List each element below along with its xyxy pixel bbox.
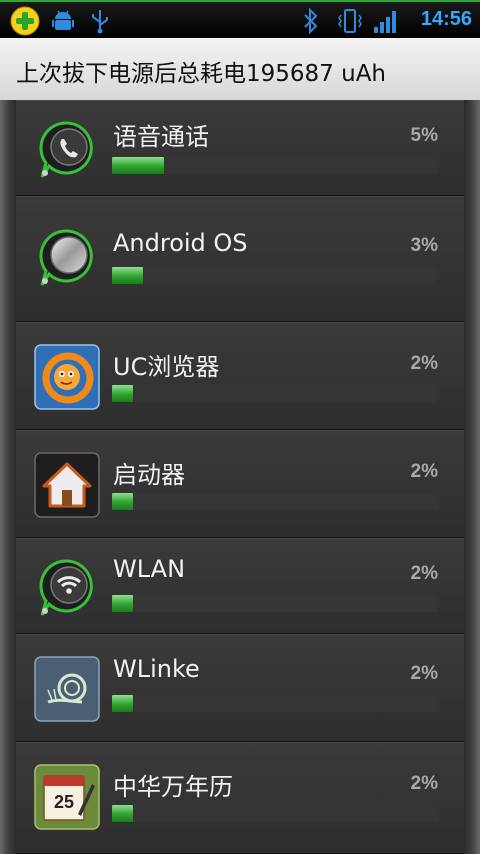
usage-row-wlinke[interactable]: WLinke 2% <box>16 634 464 742</box>
percent-label: 5% <box>410 125 438 146</box>
usage-row-launcher[interactable]: 启动器 2% <box>16 430 464 538</box>
bluetooth-icon <box>302 7 320 38</box>
usage-row-uc-browser[interactable]: UC浏览器 2% <box>16 322 464 430</box>
usage-bar-track <box>112 157 438 174</box>
svg-text:25: 25 <box>54 792 74 812</box>
usage-row-calendar[interactable]: 25 中华万年历 2% <box>16 742 464 854</box>
usage-bar-track <box>112 695 438 712</box>
percent-label: 2% <box>410 353 438 374</box>
left-rail <box>0 100 16 854</box>
android-os-icon <box>34 225 100 291</box>
usage-row-android-os[interactable]: Android OS 3% <box>16 196 464 322</box>
app-name: UC浏览器 <box>113 353 220 381</box>
usage-bar-track <box>112 595 438 612</box>
vibrate-icon <box>336 7 364 39</box>
app-name: 中华万年历 <box>113 773 233 801</box>
usage-bar-fill <box>112 695 133 712</box>
percent-label: 2% <box>410 563 438 584</box>
usage-bar-fill <box>112 595 133 612</box>
app-name: WLAN <box>113 555 186 583</box>
android-debug-icon <box>52 9 74 37</box>
usage-row-voice-call[interactable]: 语音通话 5% <box>16 100 464 196</box>
percent-label: 2% <box>410 461 438 482</box>
launcher-home-icon <box>34 452 100 518</box>
status-bar: 14:56 <box>0 0 480 38</box>
app-name: 启动器 <box>113 461 185 489</box>
app-360-icon <box>10 6 40 40</box>
uc-browser-icon <box>34 344 100 410</box>
usage-bar-fill <box>112 385 133 402</box>
phone-icon <box>34 117 100 183</box>
usb-icon <box>90 8 110 38</box>
app-name: 语音通话 <box>113 123 209 151</box>
usage-bar-track <box>112 385 438 402</box>
usage-bar-track <box>112 493 438 510</box>
usage-bar-track <box>112 805 438 822</box>
total-consumption-label: 上次拔下电源后总耗电195687 uAh <box>16 61 386 87</box>
app-name: Android OS <box>113 229 248 257</box>
usage-bar-fill <box>112 805 133 822</box>
status-time: 14:56 <box>420 8 472 30</box>
usage-bar-fill <box>112 267 143 284</box>
usage-bar-fill <box>112 157 164 174</box>
calendar-icon: 25 <box>34 764 100 830</box>
percent-label: 2% <box>410 773 438 794</box>
usage-bar-fill <box>112 493 133 510</box>
wlinke-snail-icon <box>34 656 100 722</box>
percent-label: 2% <box>410 663 438 684</box>
usage-bar-track <box>112 267 438 284</box>
usage-row-wlan[interactable]: WLAN 2% <box>16 538 464 634</box>
battery-usage-header: 上次拔下电源后总耗电195687 uAh <box>0 38 480 101</box>
percent-label: 3% <box>410 235 438 256</box>
right-rail <box>464 100 480 854</box>
battery-usage-list: 语音通话 5% Android OS 3% UC浏览器 2% 启动器 2% WL… <box>16 100 464 854</box>
app-name: WLinke <box>113 655 200 683</box>
signal-icon <box>372 8 400 38</box>
wifi-icon <box>34 555 100 621</box>
